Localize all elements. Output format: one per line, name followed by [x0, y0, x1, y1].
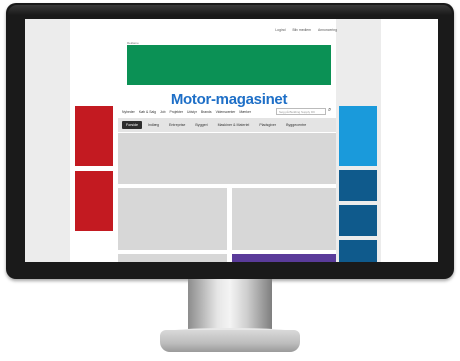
search-icon[interactable]: ⌕ [328, 107, 331, 114]
article-card[interactable] [118, 254, 227, 262]
right-skyscraper-ad-1[interactable] [339, 106, 377, 166]
login-link[interactable]: Logind [275, 28, 285, 32]
left-skyscraper-ad-2[interactable] [75, 171, 113, 231]
tab-building-centers[interactable]: Byggecentre [282, 121, 310, 129]
right-ad-3[interactable] [339, 205, 377, 236]
article-card[interactable] [232, 188, 336, 250]
nav-item-buy-sell[interactable]: Køb & Salg [139, 110, 156, 114]
tab-site[interactable]: Pladsgiver [255, 121, 280, 129]
nav-item-brands[interactable]: Brands [201, 110, 212, 114]
browser-screen: Logind Bliv medlem Annoncering Reklame M… [25, 19, 438, 262]
bezel-highlight [8, 5, 452, 15]
right-ad-4[interactable] [339, 240, 377, 262]
tab-machines[interactable]: Maskiner & Materiel [214, 121, 254, 129]
nav-item-knowledge[interactable]: Videnscenter [216, 110, 236, 114]
tab-construction[interactable]: Byggeri [191, 121, 211, 129]
nav-item-equipment[interactable]: Udstyr [187, 110, 197, 114]
nav-item-job[interactable]: Job [160, 110, 165, 114]
featured-article-card[interactable] [232, 254, 336, 262]
hero-article[interactable] [118, 133, 336, 184]
right-ad-2[interactable] [339, 170, 377, 201]
nav-item-labels[interactable]: Mærker [239, 110, 251, 114]
nav-item-news[interactable]: Nyheder [122, 110, 135, 114]
tab-home[interactable]: Forside [122, 121, 142, 129]
search-input[interactable]: Søg på Building Supply DK [276, 108, 326, 115]
monitor-stand-neck [188, 279, 272, 334]
tab-posts[interactable]: Indlæg [144, 121, 163, 129]
become-member-link[interactable]: Bliv medlem [292, 28, 310, 32]
advertising-link[interactable]: Annoncering [318, 28, 337, 32]
site-logo[interactable]: Motor-magasinet [126, 91, 332, 108]
tab-enterprise[interactable]: Entreprise [165, 121, 189, 129]
top-links: Logind Bliv medlem Annoncering [125, 28, 337, 32]
category-tabs: Forside Indlæg Entreprise Byggeri Maskin… [118, 118, 336, 132]
page-gutter-left [25, 19, 70, 262]
monitor-stand-base [160, 330, 300, 352]
article-card[interactable] [118, 188, 227, 250]
leaderboard-ad[interactable] [127, 45, 331, 85]
nav-item-projects[interactable]: Projekter [169, 110, 183, 114]
monitor-bezel: Logind Bliv medlem Annoncering Reklame M… [6, 3, 454, 279]
left-skyscraper-ad-1[interactable] [75, 106, 113, 166]
